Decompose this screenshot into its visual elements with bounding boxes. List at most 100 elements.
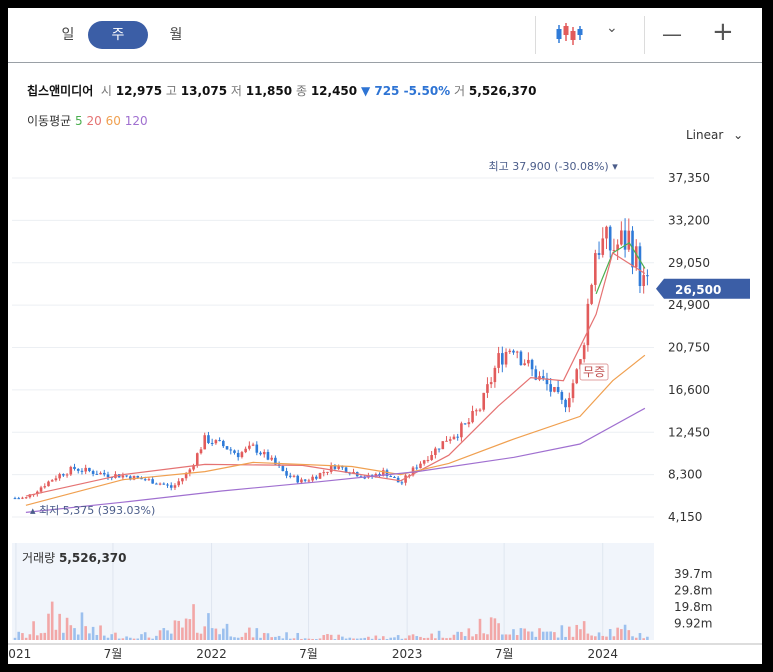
candle-body [400, 482, 404, 484]
volume-bar [452, 634, 456, 640]
candle-body [389, 476, 393, 478]
volume-bar [597, 632, 601, 640]
candle-body [69, 466, 73, 475]
volume-bar [17, 631, 21, 640]
candle-body [158, 483, 162, 485]
volume-bar [207, 613, 210, 640]
candle-body [255, 444, 259, 453]
volume-bar [110, 634, 114, 640]
volume-bar [441, 637, 445, 640]
volume-bar [501, 634, 504, 640]
volume-bar [218, 634, 221, 640]
candle-body [262, 451, 266, 455]
candle-body [571, 383, 575, 399]
candle-body [523, 363, 526, 366]
volume-bar [84, 626, 87, 640]
volume-bar [266, 633, 270, 640]
candle-body [560, 391, 564, 400]
volume-bar [166, 630, 169, 640]
candle-body [173, 485, 177, 488]
candle-body [65, 474, 69, 476]
volume-bar [530, 631, 534, 640]
candle-body [415, 467, 419, 469]
candle-body [210, 442, 214, 444]
volume-bar [463, 636, 467, 640]
candle-body [270, 457, 273, 460]
volume-bar [620, 629, 623, 640]
volume-bar [326, 634, 329, 640]
candle-body [527, 359, 530, 364]
candle-body [307, 480, 311, 482]
volume-bar [274, 636, 277, 640]
volume-bar [553, 632, 556, 640]
price-tick-label: 29,050 [668, 256, 710, 270]
volume-bar [564, 636, 567, 640]
volume-bar [634, 637, 638, 640]
volume-bar [582, 621, 586, 640]
price-tick-label: 8,300 [668, 468, 702, 482]
candle-body [601, 238, 605, 255]
volume-bar [151, 638, 154, 640]
volume-bar [318, 638, 322, 640]
candle-body [58, 474, 61, 479]
candle-body [608, 226, 612, 251]
candle-body [88, 467, 91, 472]
volume-bar [158, 630, 162, 640]
candle-body [24, 497, 28, 499]
volume-bar [549, 631, 552, 640]
volume-bar [527, 631, 530, 640]
candle-body [504, 351, 508, 365]
volume-bar [285, 632, 288, 640]
volume-bar [355, 638, 359, 640]
volume-bar [65, 617, 69, 640]
volume-bar [419, 636, 422, 640]
volume-bar [627, 630, 631, 640]
volume-bar [255, 628, 259, 640]
candle-body [288, 475, 292, 477]
volume-bar [467, 628, 471, 640]
candle-body [445, 440, 448, 442]
volume-bar [184, 618, 188, 640]
volume-bar [642, 638, 645, 640]
volume-bar [192, 604, 195, 640]
volume-bar [114, 632, 117, 640]
volume-bar [612, 636, 616, 640]
volume-bar [117, 638, 121, 640]
volume-bar [125, 636, 128, 640]
candle-body [638, 246, 642, 287]
candle-body [47, 481, 50, 487]
candle-body [556, 387, 560, 392]
volume-bar [508, 634, 512, 640]
volume-bar [374, 635, 378, 640]
price-chart[interactable]: 37,350 33,200 29,050 24,900 20,750 16,600 12,4… [8, 8, 762, 664]
candle-body [99, 472, 102, 475]
candle-body [229, 449, 233, 451]
volume-bar [359, 638, 363, 640]
volume-bar [646, 636, 649, 640]
volume-bar [80, 612, 84, 640]
volume-bar [99, 625, 102, 640]
volume-bar [76, 634, 80, 640]
candle-body [147, 479, 151, 481]
candle-body [54, 478, 58, 481]
candle-body [515, 351, 519, 353]
candle-body [218, 440, 221, 442]
moving-average-20-line [25, 252, 646, 497]
volume-bar [534, 636, 538, 640]
candle-body [467, 422, 471, 425]
volume-bar [448, 637, 452, 640]
candle-body [623, 230, 627, 250]
volume-bar [36, 635, 39, 640]
volume-bar [54, 629, 58, 640]
candle-body [311, 476, 314, 481]
candle-body [151, 479, 154, 484]
candle-body [233, 450, 236, 453]
volume-bar [203, 626, 207, 640]
candle-body [553, 387, 556, 392]
volume-bar [32, 621, 35, 640]
volume-bar [106, 637, 110, 640]
candle-body [80, 470, 84, 472]
volume-bar [538, 628, 541, 640]
candle-body [266, 451, 270, 460]
candle-body [303, 479, 307, 481]
